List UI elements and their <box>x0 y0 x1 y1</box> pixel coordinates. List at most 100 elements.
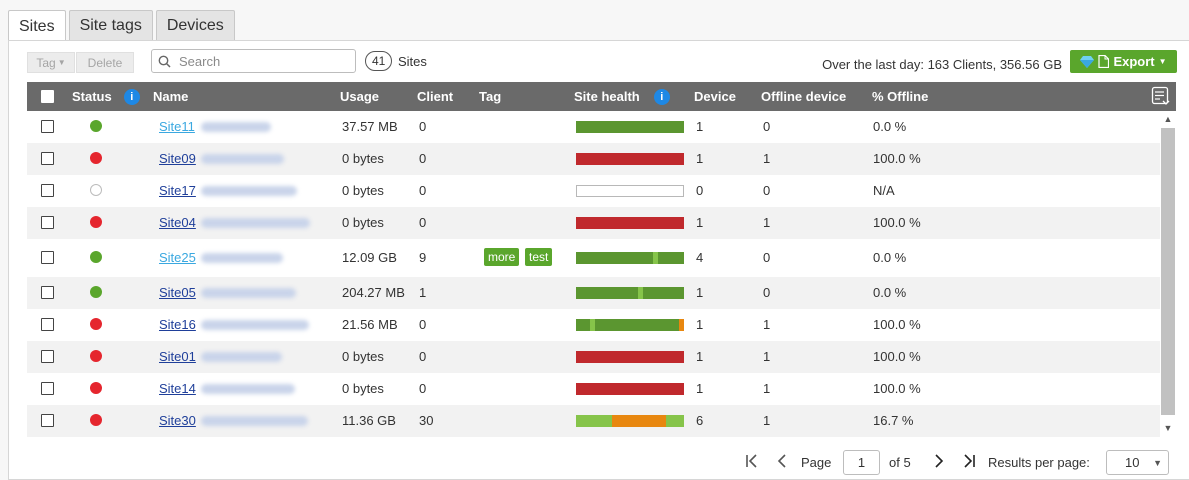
first-page-icon[interactable] <box>745 454 759 468</box>
offline-device-cell: 1 <box>763 413 771 428</box>
table-row[interactable]: Site11 37.57 MB 0 1 0 0.0 % <box>27 111 1160 143</box>
col-tag[interactable]: Tag <box>479 82 501 111</box>
site-name-link[interactable]: Site11 <box>159 119 195 134</box>
col-site-health-label: Site health <box>574 89 640 104</box>
pct-offline-cell: 0.0 % <box>873 285 907 300</box>
pct-offline-cell: N/A <box>873 183 895 198</box>
delete-button-label: Delete <box>87 55 123 70</box>
table-row[interactable]: Site16 21.56 MB 0 1 1 100.0 % <box>27 309 1160 341</box>
search-input[interactable] <box>179 53 349 69</box>
column-settings-icon[interactable] <box>1151 86 1171 106</box>
pct-offline-cell: 0.0 % <box>873 250 907 265</box>
row-checkbox[interactable] <box>41 350 54 363</box>
site-name-link[interactable]: Site17 <box>159 183 196 198</box>
sites-table-body: Site11 37.57 MB 0 1 0 0.0 % Site09 0 bytes 0 1 1 10… <box>27 111 1160 437</box>
col-status[interactable]: Status i <box>72 82 140 111</box>
tab-devices[interactable]: Devices <box>155 10 235 41</box>
info-icon[interactable]: i <box>123 88 140 105</box>
site-health-bar <box>576 252 684 264</box>
status-dot <box>90 152 102 164</box>
info-icon[interactable]: i <box>653 88 670 105</box>
last-page-icon[interactable] <box>962 454 976 468</box>
site-name-link[interactable]: Site05 <box>159 285 196 300</box>
site-health-bar <box>576 185 684 197</box>
col-name[interactable]: Name <box>153 82 188 111</box>
next-page-icon[interactable] <box>933 454 945 468</box>
site-name-redacted <box>201 320 309 330</box>
client-cell: 1 <box>419 285 427 300</box>
client-cell: 0 <box>419 119 427 134</box>
site-name-link[interactable]: Site01 <box>159 349 196 364</box>
row-checkbox[interactable] <box>41 216 54 229</box>
offline-device-cell: 0 <box>763 119 771 134</box>
health-segment <box>576 351 684 363</box>
row-checkbox[interactable] <box>41 382 54 395</box>
row-checkbox[interactable] <box>41 251 54 264</box>
scroll-down-icon[interactable]: ▼ <box>1163 423 1173 433</box>
page-label: Page <box>801 455 832 470</box>
table-row[interactable]: Site30 11.36 GB 30 6 1 16.7 % <box>27 405 1160 437</box>
pct-offline-cell: 100.0 % <box>873 349 921 364</box>
usage-cell: 11.36 GB <box>342 413 396 428</box>
status-dot <box>90 251 102 263</box>
status-dot <box>90 318 102 330</box>
offline-device-cell: 1 <box>763 381 771 396</box>
site-name-link[interactable]: Site30 <box>159 413 196 428</box>
table-row[interactable]: Site01 0 bytes 0 1 1 100.0 % <box>27 341 1160 373</box>
client-cell: 0 <box>419 317 427 332</box>
row-checkbox[interactable] <box>41 286 54 299</box>
health-segment <box>642 287 684 299</box>
scrollbar-thumb[interactable] <box>1161 128 1175 415</box>
tag-badge[interactable]: more <box>484 248 520 266</box>
tab-site-tags[interactable]: Site tags <box>68 10 153 41</box>
client-cell: 9 <box>419 250 427 265</box>
delete-button[interactable]: Delete <box>76 52 134 73</box>
client-cell: 0 <box>419 349 427 364</box>
row-checkbox[interactable] <box>41 318 54 331</box>
site-name-redacted <box>201 416 308 426</box>
site-health-bar <box>576 287 684 299</box>
usage-cell: 0 bytes <box>342 349 384 364</box>
site-name-link[interactable]: Site14 <box>159 381 196 396</box>
site-name-link[interactable]: Site25 <box>159 250 196 265</box>
col-device[interactable]: Device <box>694 82 736 111</box>
status-dot <box>90 286 102 298</box>
health-segment <box>576 252 653 264</box>
table-row[interactable]: Site05 204.27 MB 1 1 0 0.0 % <box>27 277 1160 309</box>
tag-badge[interactable]: test <box>525 248 553 266</box>
select-all-checkbox[interactable] <box>41 90 54 103</box>
col-offline-device[interactable]: Offline device <box>761 82 846 111</box>
site-name-redacted <box>201 186 297 196</box>
table-row[interactable]: Site14 0 bytes 0 1 1 100.0 % <box>27 373 1160 405</box>
row-checkbox[interactable] <box>41 184 54 197</box>
page-number-input[interactable] <box>843 450 880 475</box>
offline-device-cell: 0 <box>763 250 771 265</box>
site-name-link[interactable]: Site04 <box>159 215 196 230</box>
table-row[interactable]: Site09 0 bytes 0 1 1 100.0 % <box>27 143 1160 175</box>
scroll-up-icon[interactable]: ▲ <box>1163 114 1173 124</box>
offline-device-cell: 1 <box>763 151 771 166</box>
export-button[interactable]: Export ▼ <box>1070 50 1177 73</box>
status-dot <box>90 414 102 426</box>
row-checkbox[interactable] <box>41 152 54 165</box>
site-name-link[interactable]: Site16 <box>159 317 196 332</box>
usage-cell: 0 bytes <box>342 381 384 396</box>
col-client[interactable]: Client <box>417 82 453 111</box>
site-health-bar <box>576 351 684 363</box>
site-name-redacted <box>201 288 296 298</box>
row-checkbox[interactable] <box>41 414 54 427</box>
tab-sites[interactable]: Sites <box>8 10 66 42</box>
table-row[interactable]: Site25 12.09 GB 9 more test 4 0 0.0 % <box>27 239 1160 277</box>
row-checkbox[interactable] <box>41 120 54 133</box>
table-row[interactable]: Site17 0 bytes 0 0 0 N/A <box>27 175 1160 207</box>
prev-page-icon[interactable] <box>776 454 788 468</box>
offline-device-cell: 1 <box>763 317 771 332</box>
site-name-link[interactable]: Site09 <box>159 151 196 166</box>
tag-button[interactable]: Tag ▼ <box>27 52 75 73</box>
results-per-page-select[interactable]: 10 ▼ <box>1106 450 1169 475</box>
col-pct-offline[interactable]: % Offline <box>872 82 928 111</box>
device-cell: 1 <box>696 285 704 300</box>
col-usage[interactable]: Usage <box>340 82 379 111</box>
col-site-health[interactable]: Site health i <box>574 82 670 111</box>
table-row[interactable]: Site04 0 bytes 0 1 1 100.0 % <box>27 207 1160 239</box>
